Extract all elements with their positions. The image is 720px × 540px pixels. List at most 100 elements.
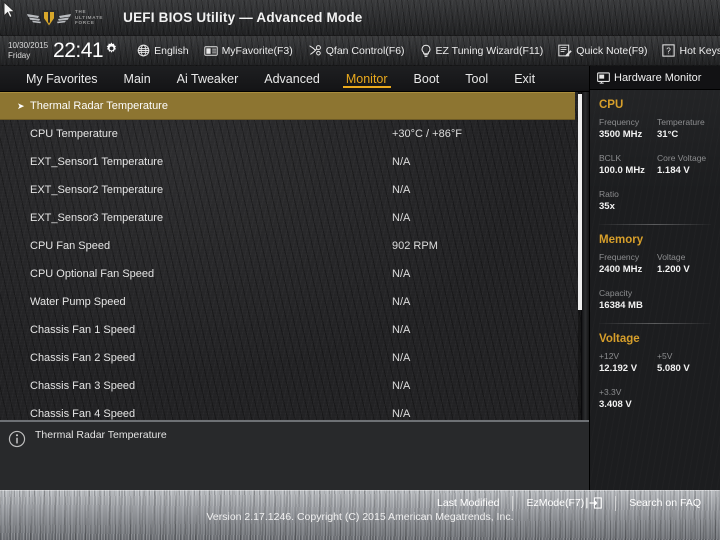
- submenu-arrow-icon: ➤: [17, 100, 25, 111]
- search-on-faq-button[interactable]: Search on FAQ: [616, 497, 714, 509]
- row-label: CPU Optional Fan Speed: [30, 268, 155, 280]
- hw-row: Frequency 3500 MHz Temperature 31°C: [590, 116, 720, 142]
- hw-cell: Core Voltage 1.184 V: [657, 152, 715, 178]
- hw-cell: Capacity 16384 MB: [599, 287, 657, 313]
- tab-main[interactable]: Main: [122, 66, 153, 92]
- lightbulb-icon: [421, 44, 430, 57]
- row-value: N/A: [392, 324, 411, 336]
- hw-row: Frequency 2400 MHz Voltage 1.200 V: [590, 251, 720, 277]
- footer-divider: [512, 495, 514, 511]
- toolbar-item-myfavorite-label: MyFavorite(F3): [221, 44, 293, 57]
- hw-value: 1.184 V: [657, 165, 690, 176]
- hw-key: Temperature: [657, 117, 705, 127]
- hw-cell: +3.3V 3.408 V: [599, 386, 657, 412]
- toolbar-item-english[interactable]: English: [137, 44, 189, 57]
- row-value: N/A: [392, 380, 411, 392]
- row-value: N/A: [392, 212, 411, 224]
- hw-cell: Frequency 2400 MHz: [599, 251, 657, 277]
- tab-boot[interactable]: Boot: [412, 66, 442, 92]
- row-label: Chassis Fan 2 Speed: [30, 352, 136, 364]
- tab-my-favorites[interactable]: My Favorites: [24, 66, 100, 92]
- scrollbar-thumb[interactable]: [578, 94, 582, 310]
- table-row[interactable]: CPU Optional Fan Speed N/A: [0, 260, 589, 288]
- hw-row: Capacity 16384 MB: [590, 287, 720, 313]
- clock-date: 10/30/2015 Friday: [8, 41, 48, 61]
- toolbar-item-quick-note-label: Quick Note(F9): [576, 44, 648, 57]
- ez-mode-button[interactable]: EzMode(F7): [513, 497, 615, 509]
- gear-icon[interactable]: [105, 41, 118, 55]
- hw-key: Voltage: [657, 252, 686, 262]
- hw-cell: BCLK 100.0 MHz: [599, 152, 657, 178]
- toolbar-item-ez-tuning-wizard-label: EZ Tuning Wizard(F11): [435, 44, 544, 57]
- hw-cell: Ratio 35x: [599, 188, 657, 214]
- row-label: Thermal Radar Temperature: [30, 100, 168, 112]
- hw-divider: [599, 323, 711, 324]
- hw-row: +3.3V 3.408 V: [590, 386, 720, 412]
- hw-value: 5.080 V: [657, 363, 690, 374]
- last-modified-button[interactable]: Last Modified: [424, 497, 512, 509]
- hw-cell: Frequency 3500 MHz: [599, 116, 657, 142]
- title-bar: The Ultimate Force UEFI BIOS Utility — A…: [0, 0, 720, 36]
- table-row[interactable]: Chassis Fan 4 Speed N/A: [0, 400, 589, 420]
- tab-monitor[interactable]: Monitor: [342, 66, 391, 92]
- table-row[interactable]: EXT_Sensor3 Temperature N/A: [0, 204, 589, 232]
- table-row[interactable]: Chassis Fan 3 Speed N/A: [0, 372, 589, 400]
- tuf-tagline: The Ultimate Force: [75, 9, 103, 26]
- hw-key: +12V: [599, 351, 620, 361]
- hw-section-title-cpu: CPU: [599, 99, 624, 111]
- row-value: N/A: [392, 184, 411, 196]
- note-icon: [558, 44, 572, 57]
- toolbar-item-ez-tuning-wizard[interactable]: EZ Tuning Wizard(F11): [420, 44, 544, 58]
- row-label: Water Pump Speed: [30, 296, 126, 308]
- table-row[interactable]: CPU Fan Speed 902 RPM: [0, 232, 589, 260]
- hw-key: BCLK: [599, 153, 622, 163]
- row-value: +30°C / +86°F: [392, 128, 462, 140]
- table-row[interactable]: Chassis Fan 2 Speed N/A: [0, 344, 589, 372]
- clock-time: 22:41: [53, 39, 104, 62]
- hw-value: 16384 MB: [599, 300, 643, 311]
- clock: 10/30/2015 Friday 22:41: [8, 40, 118, 61]
- row-label: CPU Temperature: [30, 128, 118, 140]
- hw-row: BCLK 100.0 MHz Core Voltage 1.184 V: [590, 152, 720, 178]
- table-row[interactable]: CPU Temperature +30°C / +86°F: [0, 120, 589, 148]
- tuf-wings-icon: [27, 9, 71, 28]
- toolbar-item-quick-note[interactable]: Quick Note(F9): [558, 44, 647, 57]
- table-row[interactable]: EXT_Sensor1 Temperature N/A: [0, 148, 589, 176]
- tab-tool[interactable]: Tool: [463, 66, 490, 92]
- toolbar-item-myfavorite[interactable]: MyFavorite(F3): [203, 44, 293, 57]
- table-row[interactable]: ➤ Thermal Radar Temperature: [0, 92, 575, 120]
- table-row[interactable]: Chassis Fan 1 Speed N/A: [0, 316, 589, 344]
- hw-value: 1.200 V: [657, 264, 690, 275]
- hw-row: Ratio 35x: [590, 188, 720, 214]
- exit-arrow-icon: [586, 497, 603, 509]
- qfan-icon: [309, 45, 321, 56]
- svg-text:?: ?: [667, 47, 672, 56]
- tab-ai-tweaker[interactable]: Ai Tweaker: [175, 66, 241, 92]
- tab-exit[interactable]: Exit: [512, 66, 537, 92]
- hardware-monitor-panel: Hardware Monitor CPU Frequency 3500 MHz …: [589, 66, 720, 490]
- toolbar-item-hot-keys[interactable]: ? Hot Keys: [662, 44, 720, 57]
- row-label: EXT_Sensor2 Temperature: [30, 184, 164, 196]
- toolbar-item-qfan-control[interactable]: Qfan Control(F6): [308, 44, 405, 57]
- globe-icon: [137, 44, 150, 57]
- monitor-settings-list: ➤ Thermal Radar Temperature CPU Temperat…: [0, 92, 589, 420]
- hw-row: +12V 12.192 V +5V 5.080 V: [590, 350, 720, 376]
- tab-advanced[interactable]: Advanced: [262, 66, 322, 92]
- table-row[interactable]: EXT_Sensor2 Temperature N/A: [0, 176, 589, 204]
- toolbar-item-english-label: English: [154, 44, 189, 57]
- hw-cell: Temperature 31°C: [657, 116, 715, 142]
- row-label: EXT_Sensor1 Temperature: [30, 156, 164, 168]
- row-value: N/A: [392, 352, 411, 364]
- hw-value: 3500 MHz: [599, 129, 643, 140]
- footer-divider: [615, 495, 617, 511]
- hardware-monitor-header: Hardware Monitor: [590, 66, 720, 90]
- toolbar-item-hot-keys-label: Hot Keys: [679, 44, 720, 57]
- clock-date-value: 10/30/2015: [8, 40, 49, 50]
- hw-value: 31°C: [657, 129, 679, 140]
- hw-cell: +12V 12.192 V: [599, 350, 657, 376]
- hw-section-title-memory: Memory: [599, 234, 644, 246]
- hw-value: 3.408 V: [599, 399, 632, 410]
- table-row[interactable]: Water Pump Speed N/A: [0, 288, 589, 316]
- content-scrollbar[interactable]: [578, 92, 582, 420]
- tuf-logo: The Ultimate Force: [26, 7, 103, 29]
